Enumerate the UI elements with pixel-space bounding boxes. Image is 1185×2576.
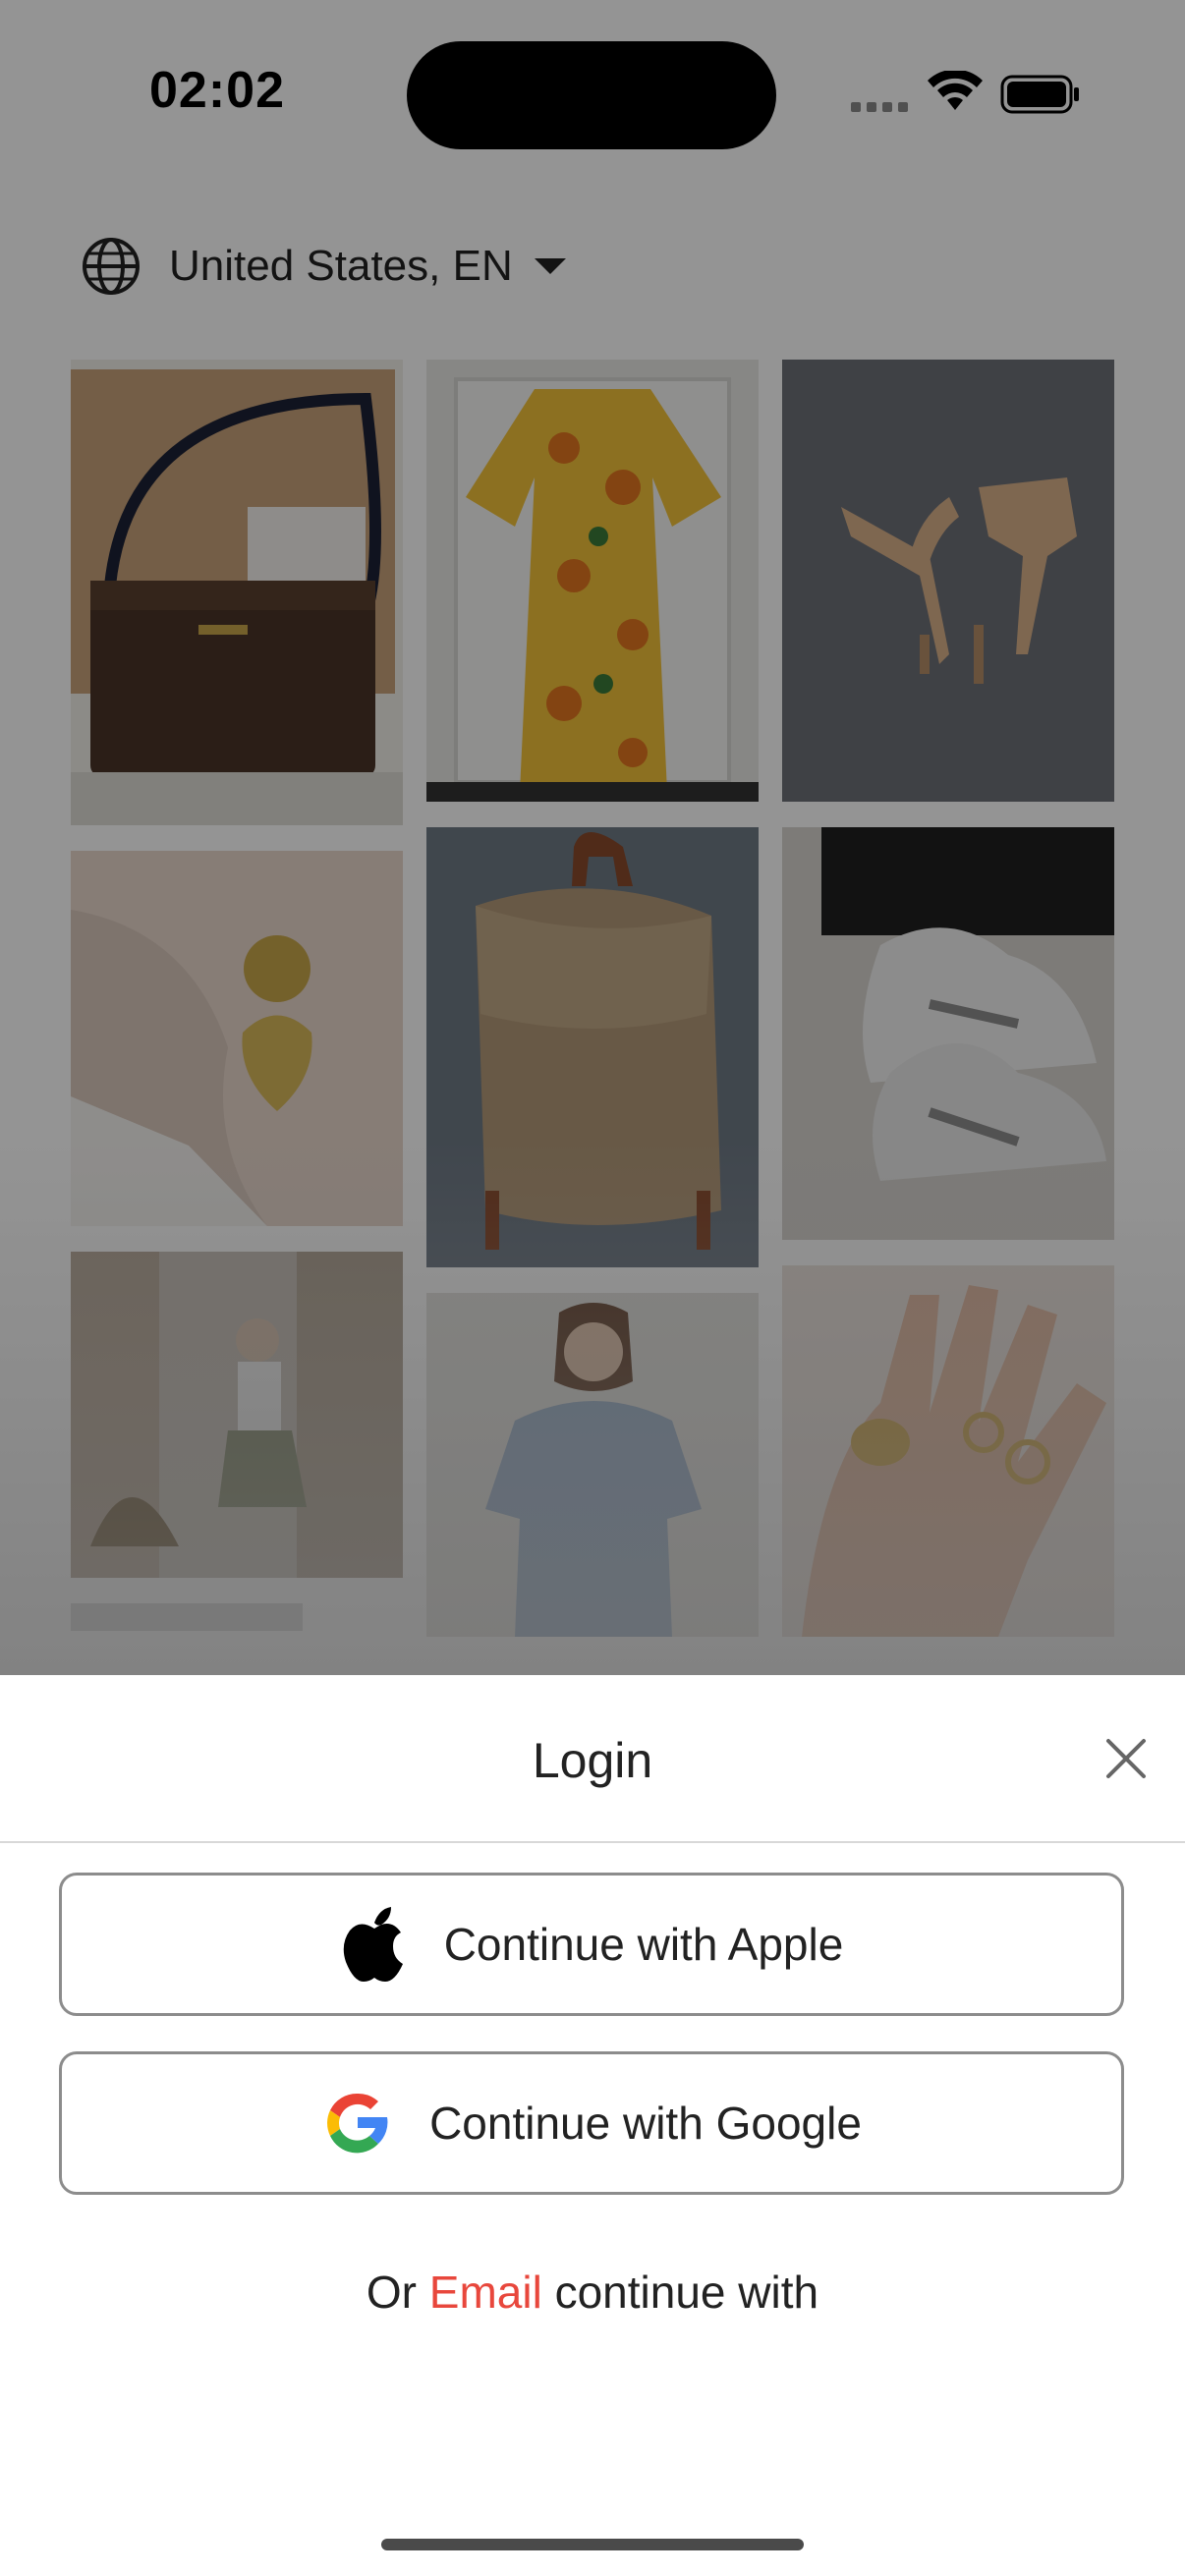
home-indicator[interactable] bbox=[381, 2539, 804, 2550]
dynamic-island bbox=[407, 41, 776, 149]
chevron-down-icon bbox=[534, 258, 566, 274]
apple-button-label: Continue with Apple bbox=[443, 1919, 844, 1970]
feed-item-partial[interactable] bbox=[71, 1603, 303, 1631]
continue-with-apple-button[interactable]: Continue with Apple bbox=[59, 1873, 1124, 2016]
apple-icon bbox=[343, 1907, 403, 1982]
sheet-divider bbox=[0, 1841, 1185, 1843]
feed-item-earring[interactable] bbox=[71, 851, 403, 1226]
region-label: United States, EN bbox=[169, 242, 513, 290]
email-link[interactable]: Email bbox=[429, 2267, 542, 2318]
feed-item-sneakers[interactable] bbox=[782, 827, 1114, 1240]
feed-item-outfit[interactable] bbox=[71, 1252, 403, 1578]
handbag-photo bbox=[71, 360, 403, 825]
or-prefix: Or bbox=[366, 2267, 417, 2318]
status-time: 02:02 bbox=[149, 62, 285, 119]
cellular-signal-icon bbox=[851, 98, 908, 112]
sneakers-photo bbox=[782, 827, 1114, 1240]
feed-item-handbag[interactable] bbox=[71, 360, 403, 825]
partial-photo bbox=[71, 1603, 303, 1631]
email-option-text: Or Email continue with bbox=[0, 2266, 1185, 2319]
feed-item-floral-dress[interactable] bbox=[426, 360, 759, 802]
feed-item-heels[interactable] bbox=[782, 360, 1114, 802]
heels-photo bbox=[782, 360, 1114, 802]
rings-photo bbox=[782, 1265, 1114, 1637]
feed-item-blue-dress[interactable] bbox=[426, 1293, 759, 1637]
close-icon[interactable] bbox=[1099, 1731, 1154, 1786]
outfit-photo bbox=[71, 1252, 403, 1578]
background-page: 02:02 United States, EN bbox=[0, 0, 1185, 1675]
google-button-label: Continue with Google bbox=[429, 2098, 862, 2149]
crochet-bag-photo bbox=[426, 827, 759, 1267]
google-icon bbox=[327, 2093, 388, 2154]
globe-icon bbox=[83, 238, 140, 295]
login-title: Login bbox=[532, 1733, 653, 1788]
feed-item-rings[interactable] bbox=[782, 1265, 1114, 1637]
status-bar: 02:02 bbox=[0, 0, 1185, 187]
wifi-icon bbox=[928, 71, 983, 110]
battery-icon bbox=[1000, 75, 1079, 114]
feed-item-crochet-bag[interactable] bbox=[426, 827, 759, 1267]
or-suffix: continue with bbox=[554, 2267, 819, 2318]
region-selector[interactable]: United States, EN bbox=[81, 232, 566, 301]
earring-photo bbox=[71, 851, 403, 1226]
continue-with-google-button[interactable]: Continue with Google bbox=[59, 2051, 1124, 2195]
blue-dress-photo bbox=[426, 1293, 759, 1637]
floral-dress-photo bbox=[426, 360, 759, 802]
